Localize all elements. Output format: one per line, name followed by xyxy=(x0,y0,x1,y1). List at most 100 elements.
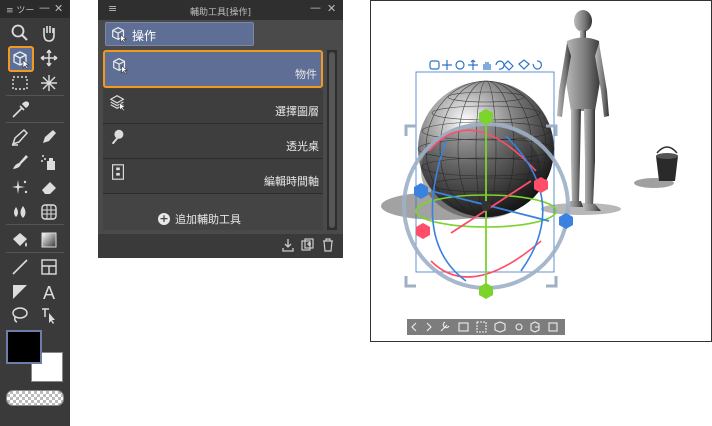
reset-icon[interactable] xyxy=(495,60,505,70)
hand-tool[interactable] xyxy=(37,22,61,44)
transparent-color-swatch[interactable] xyxy=(6,390,64,406)
sub-tool-item-select-layer[interactable]: 選擇圖層 xyxy=(103,89,323,124)
cube-cursor-icon xyxy=(113,58,128,74)
line-icon xyxy=(12,259,28,275)
sub-tool-group-tab[interactable]: 操作 xyxy=(105,22,254,46)
brush-tool[interactable] xyxy=(8,151,32,173)
balloon-tool[interactable] xyxy=(8,281,32,303)
lasso-icon xyxy=(12,307,28,323)
text-a-icon: A xyxy=(43,283,55,302)
minimize-button[interactable]: — xyxy=(39,1,50,14)
tool-palette-titlebar: ≡ ツー — ✕ xyxy=(0,0,70,18)
pen-tool[interactable] xyxy=(8,126,32,148)
sub-tool-item-lightbox[interactable]: 透光桌 xyxy=(103,124,323,159)
add-sub-tool-button[interactable]: + 追加輔助工具 xyxy=(158,211,308,229)
camera-icon[interactable] xyxy=(429,60,440,70)
svg-text:A: A xyxy=(43,283,55,302)
launcher-icons xyxy=(411,321,558,333)
divider xyxy=(6,122,64,123)
figure-tool[interactable] xyxy=(8,256,32,278)
correct-line-tool[interactable] xyxy=(37,304,61,326)
wrench-icon[interactable] xyxy=(440,321,450,332)
zoom-tool[interactable] xyxy=(8,22,32,44)
sub-tool-list: 物件 選擇圖層 透光桌 編輯時間軸 xyxy=(103,50,323,230)
trash-icon[interactable] xyxy=(321,238,335,252)
canvas-area[interactable] xyxy=(370,0,712,342)
rotate-icon[interactable] xyxy=(455,60,465,70)
next-icon[interactable] xyxy=(426,322,432,332)
auto-select-tool[interactable] xyxy=(37,72,61,94)
download-icon[interactable] xyxy=(281,238,295,252)
green-handle[interactable] xyxy=(479,283,493,299)
duplicate-icon[interactable] xyxy=(301,238,315,252)
add-sub-tool-label: 追加輔助工具 xyxy=(175,213,241,226)
close-button[interactable]: ✕ xyxy=(54,2,63,15)
timeline-icon xyxy=(112,164,124,180)
pencil-tool[interactable] xyxy=(37,126,61,148)
mesh-tool[interactable] xyxy=(37,201,61,223)
center-handle[interactable] xyxy=(481,201,491,211)
frame-icon xyxy=(41,259,57,275)
pan-icon[interactable] xyxy=(468,59,478,70)
minimize-button[interactable]: — xyxy=(310,1,321,14)
sub-tool-title: 輔助工具[操作] xyxy=(189,8,252,18)
fill-tool[interactable] xyxy=(8,229,32,251)
vector-arrow-icon xyxy=(42,308,55,324)
move-layer-tool[interactable] xyxy=(37,47,61,69)
frame-border-tool[interactable] xyxy=(37,256,61,278)
mesh-icon xyxy=(41,204,57,220)
prev-icon[interactable] xyxy=(411,322,417,332)
decoration-tool[interactable] xyxy=(8,176,32,198)
eyedropper-tool[interactable] xyxy=(8,99,32,121)
settings-icon[interactable] xyxy=(530,321,540,333)
operation-tool[interactable] xyxy=(8,46,34,72)
tool-icon[interactable] xyxy=(503,60,514,71)
selection-tool[interactable] xyxy=(8,72,32,94)
blend-tool[interactable] xyxy=(8,201,32,223)
sub-tool-item-object[interactable]: 物件 xyxy=(103,50,323,88)
text-tool[interactable]: A xyxy=(37,281,61,303)
bucket-object[interactable] xyxy=(656,146,678,181)
object-launcher xyxy=(407,319,565,335)
pen-icon xyxy=(11,128,29,146)
main-color-swatch[interactable] xyxy=(6,330,42,364)
hand-icon[interactable] xyxy=(483,62,491,70)
object-toolbar-icons xyxy=(429,59,543,71)
move-icon[interactable] xyxy=(442,60,452,70)
gradient-tool[interactable] xyxy=(37,229,61,251)
gradient-icon xyxy=(41,232,57,248)
layers-icon[interactable] xyxy=(548,322,558,332)
sub-tool-label: 物件 xyxy=(295,68,317,81)
3d-scene xyxy=(381,10,678,299)
sub-tool-panel: 輔助工具[操作] ≡ — ✕ 操作 物件 選擇圖層 透光桌 編輯時間軸 + 追加輔… xyxy=(98,0,343,258)
menu-icon[interactable]: ≡ ツー xyxy=(6,3,34,16)
eraser-tool[interactable] xyxy=(37,176,61,198)
divider xyxy=(6,224,64,225)
close-button[interactable]: ✕ xyxy=(327,2,336,15)
blue-handle[interactable] xyxy=(559,213,573,229)
marquee-icon xyxy=(12,76,28,90)
airbrush-icon xyxy=(41,155,55,170)
magic-wand-icon xyxy=(41,75,57,91)
lasso-tool[interactable] xyxy=(8,304,32,326)
cube-icon[interactable] xyxy=(494,321,506,333)
sub-tool-scrollbar[interactable] xyxy=(327,50,337,230)
sub-tool-bottom-bar xyxy=(98,234,343,258)
move-arrows-icon xyxy=(40,49,58,67)
rotate-3d-icon[interactable] xyxy=(532,60,543,70)
sub-tool-item-edit-timeline[interactable]: 編輯時間軸 xyxy=(103,159,323,194)
cube-cursor-icon xyxy=(13,51,30,69)
bucket-icon[interactable] xyxy=(518,59,530,70)
airbrush-tool[interactable] xyxy=(37,151,61,173)
menu-icon[interactable]: ≡ xyxy=(108,2,117,15)
group-tab-label: 操作 xyxy=(132,29,157,43)
camera-icon[interactable] xyxy=(458,322,469,332)
object-toolbar xyxy=(429,58,549,72)
pencil-icon xyxy=(43,130,56,143)
red-handle[interactable] xyxy=(416,223,430,239)
scrollbar-thumb[interactable] xyxy=(329,52,335,228)
eraser-icon xyxy=(42,182,56,194)
dot-icon[interactable] xyxy=(515,323,523,331)
frame-icon[interactable] xyxy=(476,321,487,333)
divider xyxy=(6,252,64,253)
